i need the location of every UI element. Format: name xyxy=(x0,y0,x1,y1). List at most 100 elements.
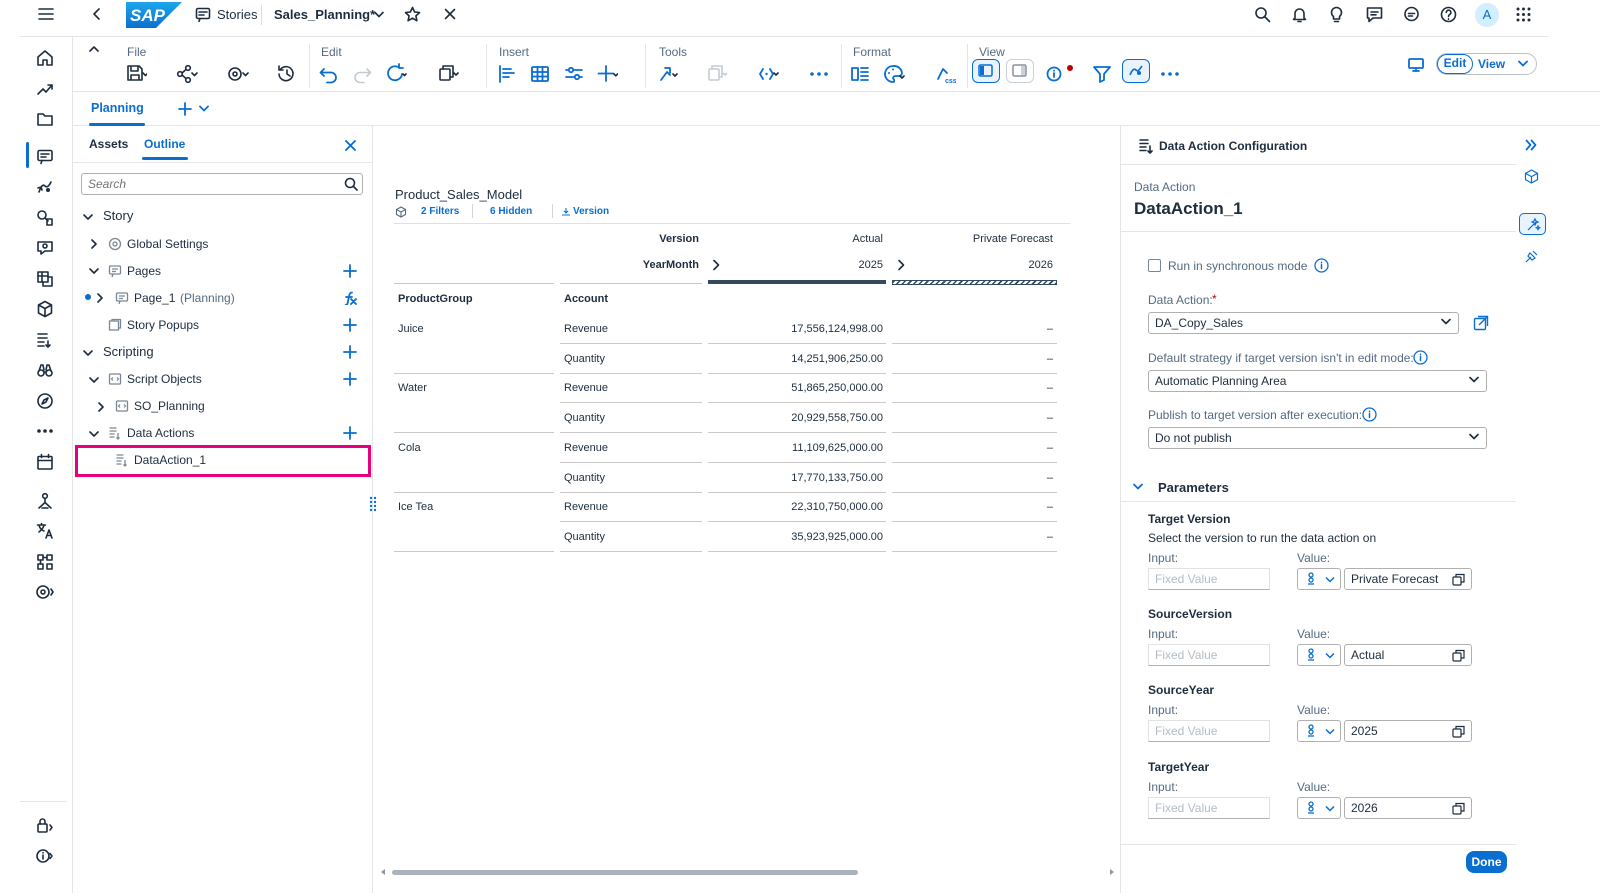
cell-account[interactable]: Quantity xyxy=(564,522,605,552)
cell-forecast[interactable]: – xyxy=(893,433,1053,463)
add-data-action-plus-icon[interactable] xyxy=(343,426,357,440)
header-2025[interactable]: 2025 xyxy=(708,250,883,280)
css-icon[interactable]: css xyxy=(934,63,956,85)
tree-global-settings[interactable]: Global Settings xyxy=(127,233,208,255)
cell-actual[interactable]: 17,770,133,750.00 xyxy=(708,463,883,493)
cell-account[interactable]: Revenue xyxy=(564,433,608,463)
more-icon[interactable] xyxy=(36,422,54,440)
tree-data-actions[interactable]: Data Actions xyxy=(127,422,194,444)
digital-boardroom-icon[interactable] xyxy=(36,239,54,257)
refresh-icon[interactable] xyxy=(385,63,407,85)
filter-icon[interactable] xyxy=(1091,63,1113,85)
info-expand-icon[interactable] xyxy=(36,847,54,865)
sync-mode-checkbox[interactable] xyxy=(1148,259,1161,272)
planning-panel-toggle[interactable] xyxy=(1122,59,1150,83)
param-value-field[interactable]: 2025 xyxy=(1344,720,1472,742)
cell-account[interactable]: Revenue xyxy=(564,314,608,344)
more-tools-icon[interactable] xyxy=(808,63,830,85)
cell-actual[interactable]: 51,865,250,000.00 xyxy=(708,373,883,403)
chevron-down-icon[interactable] xyxy=(89,375,99,385)
chevron-right-icon[interactable] xyxy=(95,293,105,303)
layout-icon[interactable] xyxy=(849,63,871,85)
close-icon[interactable] xyxy=(444,8,456,20)
done-button[interactable]: Done xyxy=(1466,851,1507,873)
tree-data-action-1[interactable]: DataAction_1 xyxy=(134,449,206,471)
info-icon[interactable] xyxy=(1314,258,1329,273)
view-mode-button[interactable]: View xyxy=(1478,57,1505,71)
calendar-icon[interactable] xyxy=(36,453,54,471)
content-network-icon[interactable] xyxy=(36,553,54,571)
fixed-value-input[interactable]: Fixed Value xyxy=(1148,720,1270,742)
tab-outline[interactable]: Outline xyxy=(144,137,185,151)
scroll-right-icon[interactable] xyxy=(1109,868,1115,876)
cell-actual[interactable]: 11,109,625,000.00 xyxy=(708,433,883,463)
chevron-down-icon[interactable] xyxy=(83,348,93,358)
cell-forecast[interactable]: – xyxy=(893,522,1053,552)
add-script-plus-icon[interactable] xyxy=(343,345,357,359)
cell-actual[interactable]: 35,923,925,000.00 xyxy=(708,522,883,552)
collapse-toolbar-icon[interactable] xyxy=(89,45,99,53)
tables-icon[interactable] xyxy=(36,270,54,288)
compass-icon[interactable] xyxy=(36,392,54,410)
home-icon[interactable] xyxy=(36,49,54,67)
tree-so-planning[interactable]: SO_Planning xyxy=(134,395,205,417)
publish-select[interactable]: Do not publish xyxy=(1148,427,1487,449)
cell-account[interactable]: Quantity xyxy=(564,344,605,374)
chevron-down-icon[interactable] xyxy=(199,105,209,113)
tree-pages[interactable]: Pages xyxy=(127,260,161,282)
horizontal-scrollbar[interactable] xyxy=(392,870,858,875)
device-preview-icon[interactable] xyxy=(1407,56,1425,74)
tab-planning[interactable]: Planning xyxy=(91,101,144,115)
connections-icon[interactable] xyxy=(36,492,54,510)
cell-product-group[interactable]: Ice Tea xyxy=(398,492,433,522)
stories-label[interactable]: Stories xyxy=(217,7,257,22)
hidden-link[interactable]: 6 Hidden xyxy=(490,206,532,217)
chevron-down-icon[interactable] xyxy=(89,429,99,439)
open-data-action-icon[interactable] xyxy=(1473,315,1489,331)
value-help-icon[interactable] xyxy=(1452,649,1465,662)
collapse-panel-icon[interactable] xyxy=(1525,139,1537,151)
cell-actual[interactable]: 22,310,750,000.00 xyxy=(708,492,883,522)
planning-icon[interactable] xyxy=(36,179,54,197)
add-popup-plus-icon[interactable] xyxy=(343,318,357,332)
close-panel-icon[interactable] xyxy=(345,140,356,151)
value-help-icon[interactable] xyxy=(1452,573,1465,586)
more-view-icon[interactable] xyxy=(1159,63,1181,85)
translate-icon[interactable] xyxy=(36,522,54,540)
param-value-field[interactable]: 2026 xyxy=(1344,797,1472,819)
search-input[interactable] xyxy=(88,177,328,191)
cell-forecast[interactable]: – xyxy=(893,403,1053,433)
cell-product-group[interactable]: Juice xyxy=(398,314,424,344)
search-icon[interactable] xyxy=(1254,6,1271,23)
chat-icon[interactable] xyxy=(1403,6,1420,23)
settings-expand-icon[interactable] xyxy=(36,583,54,601)
tree-scripting[interactable]: Scripting xyxy=(103,341,154,363)
bell-icon[interactable] xyxy=(1291,6,1308,23)
param-value-field[interactable]: Private Forecast xyxy=(1344,568,1472,590)
avatar[interactable]: A xyxy=(1475,3,1499,27)
edit-mode-button[interactable]: Edit xyxy=(1437,54,1473,74)
menu-icon[interactable] xyxy=(38,7,54,21)
input-control-icon[interactable] xyxy=(563,63,585,85)
info-icon[interactable] xyxy=(1413,350,1428,365)
app-grid-icon[interactable] xyxy=(1516,7,1531,22)
cell-actual[interactable]: 17,556,124,998.00 xyxy=(708,314,883,344)
default-strategy-select[interactable]: Automatic Planning Area xyxy=(1148,370,1487,392)
cell-account[interactable]: Revenue xyxy=(564,373,608,403)
chevron-down-icon[interactable] xyxy=(83,212,93,222)
script-fx-icon[interactable] xyxy=(343,291,357,305)
chevron-down-icon[interactable] xyxy=(1518,60,1528,68)
fixed-value-input[interactable]: Fixed Value xyxy=(1148,644,1270,666)
chart-insert-icon[interactable] xyxy=(496,63,518,85)
back-icon[interactable] xyxy=(92,8,102,20)
value-type-button[interactable] xyxy=(1297,720,1341,742)
script-icon[interactable] xyxy=(757,63,779,85)
binoculars-icon[interactable] xyxy=(36,361,54,379)
data-analyzer-icon[interactable] xyxy=(36,209,54,227)
history-icon[interactable] xyxy=(276,63,298,85)
add-icon[interactable] xyxy=(596,63,618,85)
save-icon[interactable] xyxy=(125,63,147,85)
model-icon[interactable] xyxy=(1524,169,1539,184)
idea-icon[interactable] xyxy=(1328,5,1345,23)
value-type-button[interactable] xyxy=(1297,568,1341,590)
